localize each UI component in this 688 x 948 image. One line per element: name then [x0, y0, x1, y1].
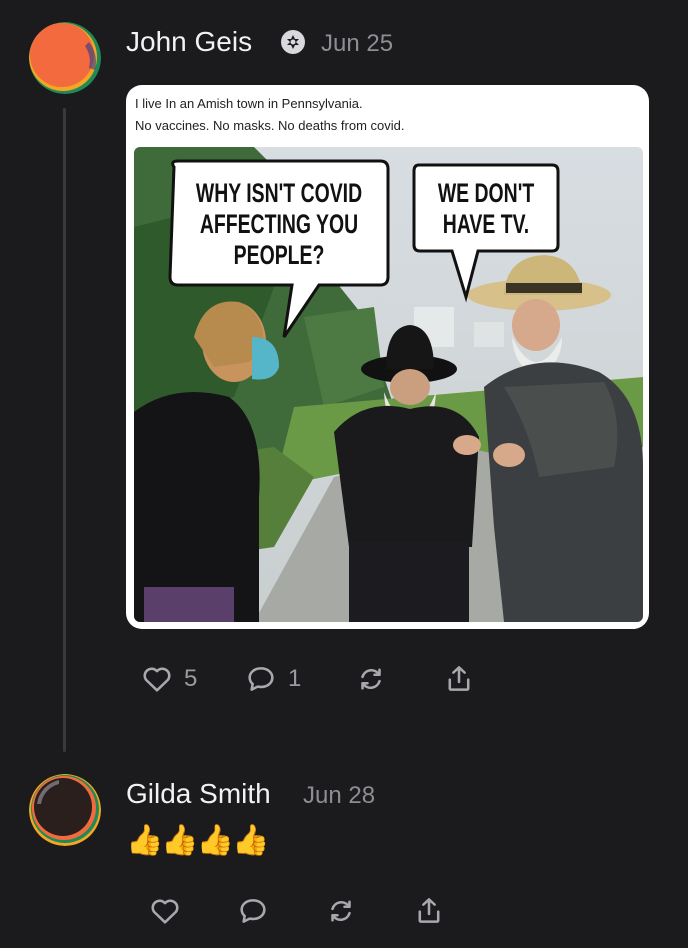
- author-avatar[interactable]: [29, 22, 101, 94]
- like-button[interactable]: 5: [140, 661, 197, 697]
- thread-line: [63, 108, 66, 752]
- avatar-image: [29, 774, 101, 846]
- post-card[interactable]: I live In an Amish town in Pennsylvania.…: [126, 85, 649, 629]
- reply-comment-button[interactable]: [236, 893, 270, 929]
- meme-right-bubble-line: WE DON'T: [438, 178, 535, 208]
- share-icon: [418, 898, 440, 923]
- post-text-line: No vaccines. No masks. No deaths from co…: [135, 118, 405, 133]
- meme-right-bubble-line: HAVE TV.: [443, 209, 529, 239]
- restack-icon: [361, 668, 381, 690]
- comment-count: 1: [288, 665, 302, 692]
- comment-button[interactable]: 1: [244, 661, 301, 697]
- like-count: 5: [184, 665, 198, 692]
- reply-share-button[interactable]: [412, 893, 446, 929]
- heart-icon: [143, 667, 171, 692]
- post-actions: 5 1: [140, 661, 500, 697]
- reply-text: 👍👍👍👍: [126, 824, 269, 857]
- post-author-name[interactable]: John Geis: [126, 26, 252, 58]
- restack-icon: [331, 900, 351, 922]
- reply-date: Jun 28: [303, 782, 376, 809]
- meme-left-bubble-line: WHY ISN'T COVID: [196, 178, 362, 208]
- post-date: Jun 25: [321, 30, 394, 57]
- share-icon: [448, 666, 470, 691]
- post-text-line: I live In an Amish town in Pennsylvania.: [135, 96, 363, 111]
- share-button[interactable]: [442, 661, 476, 697]
- meme-left-bubble-line: AFFECTING YOU: [200, 209, 358, 239]
- avatar-image: [29, 22, 101, 94]
- substack-badge-icon: [281, 30, 305, 54]
- restack-button[interactable]: [354, 661, 388, 697]
- comment-icon: [248, 667, 274, 691]
- heart-icon: [151, 899, 179, 924]
- post-text: I live In an Amish town in Pennsylvania.…: [135, 94, 405, 138]
- reply-author-avatar[interactable]: [29, 774, 101, 846]
- meme-image[interactable]: WHY ISN'T COVID AFFECTING YOU PEOPLE? WE…: [134, 147, 643, 622]
- reply-restack-button[interactable]: [324, 893, 358, 929]
- reply-author-name[interactable]: Gilda Smith: [126, 778, 271, 810]
- comment-icon: [240, 899, 266, 923]
- reply-actions: [148, 893, 448, 929]
- reply-like-button[interactable]: [148, 893, 182, 929]
- meme-left-bubble-line: PEOPLE?: [234, 240, 325, 270]
